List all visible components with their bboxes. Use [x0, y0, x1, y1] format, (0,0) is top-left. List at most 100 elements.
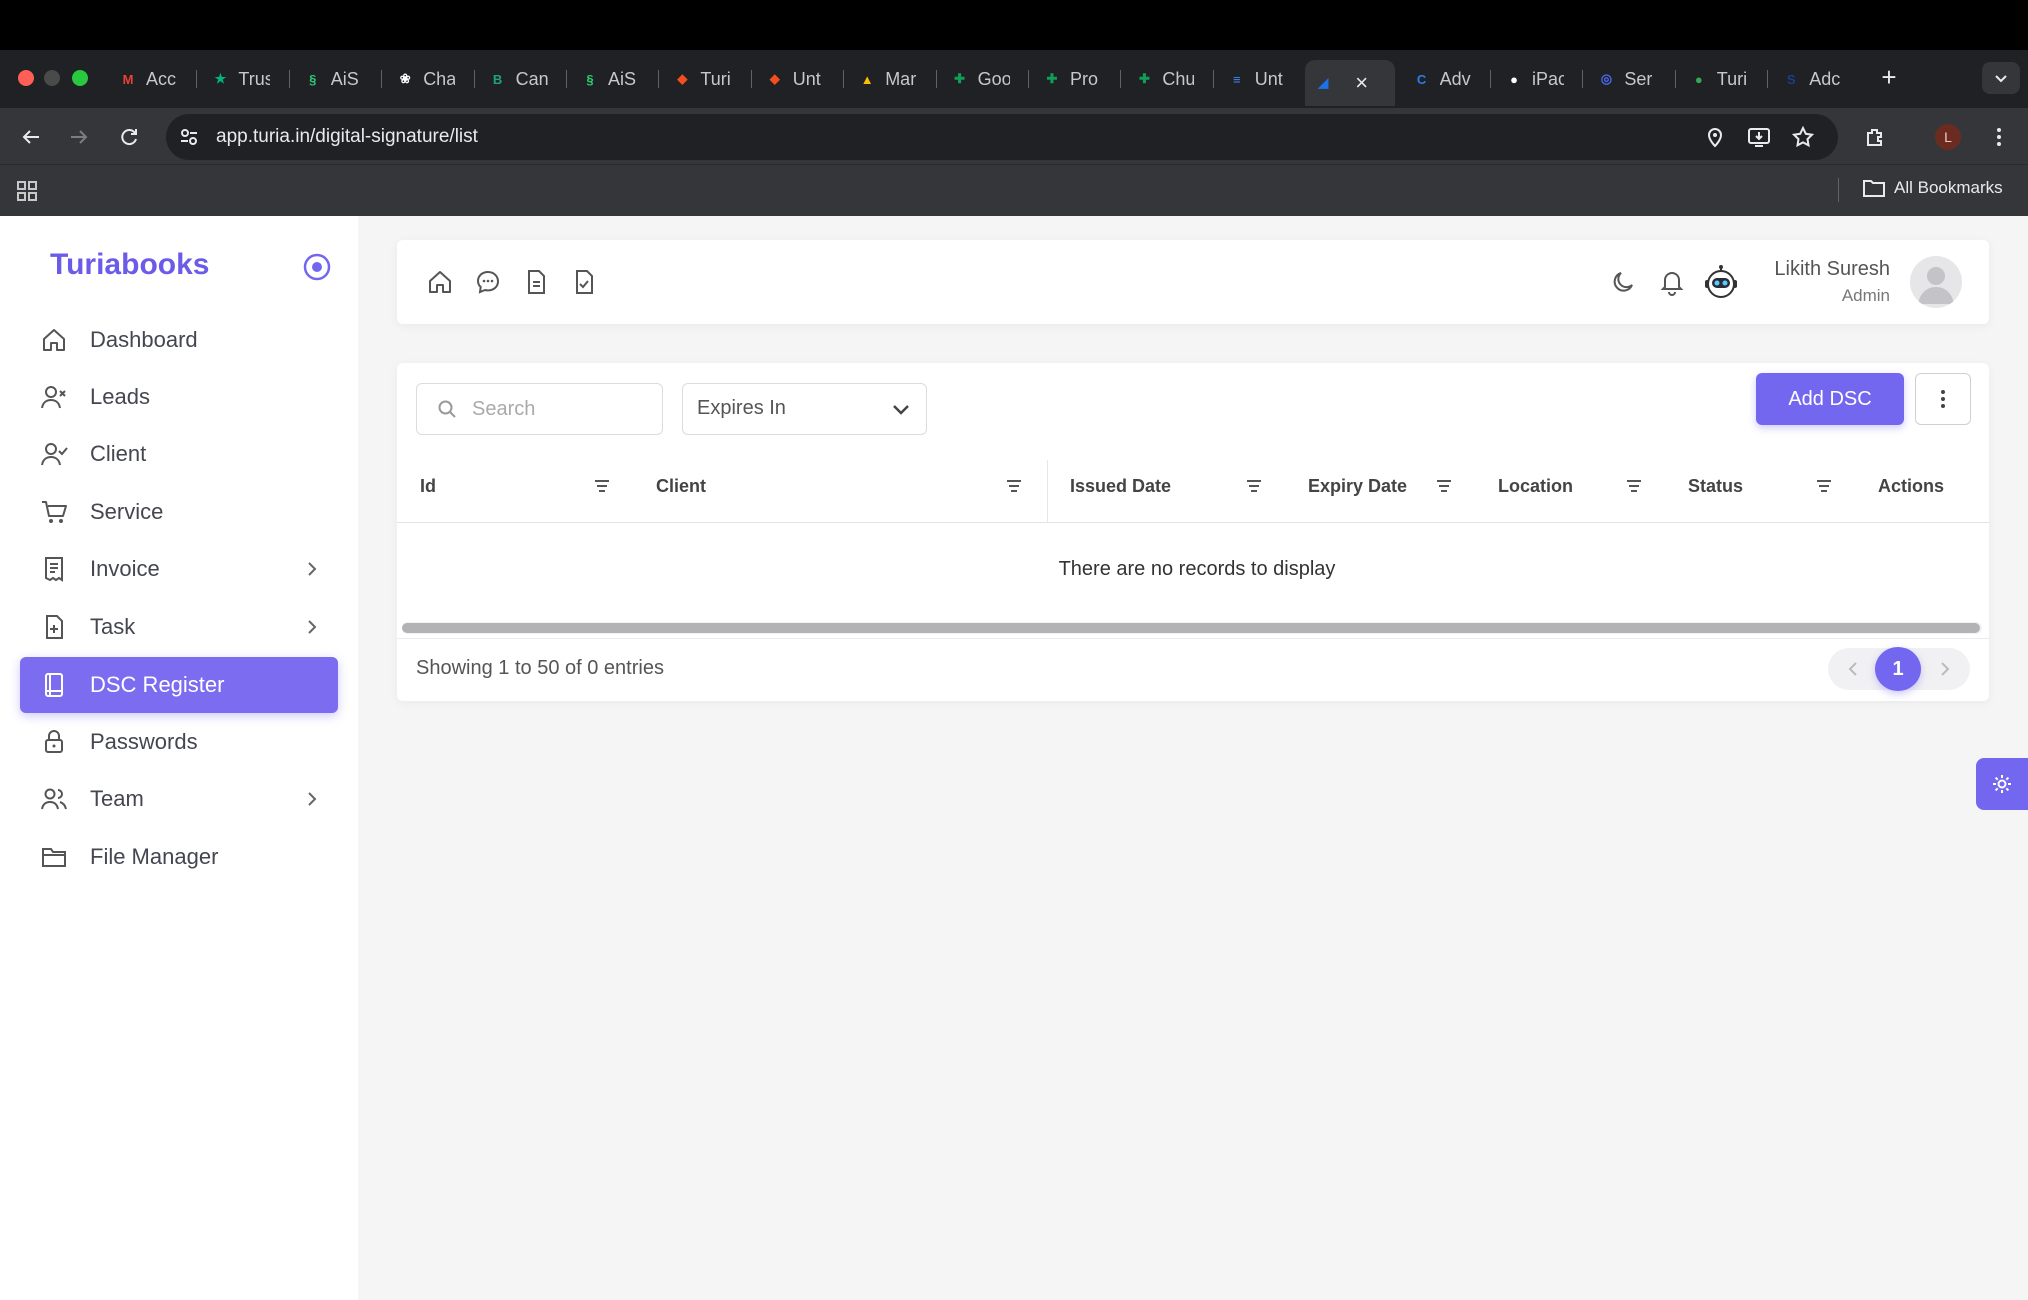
search-input[interactable] [472, 390, 652, 428]
tab-search-button[interactable] [1982, 62, 2020, 94]
browser-tab[interactable]: ✚ Chu [1126, 62, 1202, 96]
browser-tab[interactable]: § AiS [572, 62, 648, 96]
sheets-icon: ✚ [1138, 71, 1150, 86]
browser-tab[interactable]: ◎ Ser [1588, 62, 1664, 96]
filter-lines-icon[interactable] [1624, 476, 1644, 496]
sidebar-item-invoice[interactable]: Invoice [20, 541, 338, 597]
chevron-right-icon [300, 557, 324, 581]
browser-tab[interactable]: ≡ Unt [1219, 62, 1295, 96]
browser-tab[interactable]: ◢ × [1305, 60, 1396, 106]
browser-tab[interactable]: ▲ Mar [849, 62, 925, 96]
sidebar-item-client[interactable]: Client [20, 426, 338, 482]
new-tab-button[interactable]: + [1874, 62, 1904, 92]
browser-tab[interactable]: ✚ Goo [942, 62, 1018, 96]
sidebar-item-dashboard[interactable]: Dashboard [20, 312, 338, 368]
add-dsc-button[interactable]: Add DSC [1756, 373, 1904, 425]
prev-page-button[interactable] [1840, 656, 1866, 682]
close-tab-icon[interactable]: × [1355, 70, 1368, 96]
filter-lines-icon[interactable] [1434, 476, 1454, 496]
filter-lines-icon[interactable] [1814, 476, 1834, 496]
book-icon [40, 671, 68, 699]
chat-icon[interactable] [474, 268, 502, 296]
browser-tab[interactable]: ● iPac [1496, 62, 1572, 96]
brand-logo[interactable]: Turiabooks [50, 248, 209, 282]
sidebar-toggle-icon[interactable] [302, 252, 332, 282]
site-info-button[interactable] [176, 124, 202, 150]
close-window-button[interactable] [18, 70, 34, 86]
column-header-id[interactable]: Id [420, 476, 436, 497]
sidebar-item-leads[interactable]: Leads [20, 369, 338, 425]
browser-tab[interactable]: § AiS [295, 62, 371, 96]
reload-button[interactable] [116, 124, 142, 150]
tab-label: AiS [330, 68, 359, 89]
filter-lines-icon[interactable] [1244, 476, 1264, 496]
scrollbar-thumb[interactable] [402, 623, 1980, 633]
tab-separator [1490, 70, 1491, 88]
sidebar-item-passwords[interactable]: Passwords [20, 714, 338, 770]
sidebar-item-task[interactable]: Task [20, 599, 338, 655]
column-header-actions[interactable]: Actions [1878, 476, 1944, 497]
user-avatar[interactable] [1910, 256, 1962, 308]
sidebar-item-service[interactable]: Service [20, 484, 338, 540]
sidebar-item-file-manager[interactable]: File Manager [20, 829, 338, 885]
filter-lines-icon[interactable] [1004, 476, 1024, 496]
star-icon [1792, 126, 1814, 148]
sidebar-item-label: Task [90, 614, 136, 639]
browser-tab[interactable]: ◆ Unt [757, 62, 833, 96]
minimize-window-button[interactable] [44, 70, 60, 86]
browser-tab[interactable]: S Adc [1773, 62, 1849, 96]
kebab-menu-icon [1941, 390, 1945, 408]
kebab-menu-icon [1997, 128, 2001, 146]
browser-tab[interactable]: ❀ Cha [387, 62, 463, 96]
sidebar-item-team[interactable]: Team [20, 771, 338, 827]
column-header-status[interactable]: Status [1688, 476, 1743, 497]
next-page-button[interactable] [1932, 656, 1958, 682]
profile-avatar[interactable]: L [1935, 124, 1961, 150]
browser-menu-button[interactable] [1986, 124, 2012, 150]
more-options-button[interactable] [1915, 373, 1971, 425]
search-icon [438, 400, 456, 418]
browser-tab[interactable]: C Adv [1404, 62, 1480, 96]
column-header-location[interactable]: Location [1498, 476, 1573, 497]
bookmark-star-button[interactable] [1790, 124, 1816, 150]
sidebar-item-dsc-register[interactable]: DSC Register [20, 657, 338, 713]
document-icon[interactable] [522, 268, 550, 296]
column-header-issued-date[interactable]: Issued Date [1070, 476, 1171, 497]
location-button[interactable] [1702, 124, 1728, 150]
user-name[interactable]: Likith Suresh [1660, 258, 1890, 281]
apps-grid-icon[interactable] [16, 180, 38, 202]
forward-button[interactable] [66, 124, 92, 150]
browser-tab[interactable]: ★ Trus [202, 62, 278, 96]
puzzle-icon [1867, 129, 1882, 146]
install-app-button[interactable] [1746, 124, 1772, 150]
browser-tab[interactable]: B Can [480, 62, 556, 96]
tab-label: Turi [1716, 68, 1748, 89]
file-check-icon[interactable] [570, 268, 598, 296]
bookmarks-divider [1838, 178, 1839, 202]
home-icon[interactable] [426, 268, 454, 296]
gmail-icon: M [122, 71, 134, 87]
sidebar-item-label: Passwords [90, 729, 198, 754]
column-header-client[interactable]: Client [656, 476, 706, 497]
user-check-icon [40, 440, 68, 468]
browser-tab[interactable]: M Acc [110, 62, 186, 96]
tab-label: Turi [700, 68, 731, 89]
page-1-button[interactable]: 1 [1875, 647, 1921, 691]
browser-tab[interactable]: ● Turi [1681, 62, 1757, 96]
home-icon [40, 326, 68, 354]
empty-table-message: There are no records to display [1058, 558, 1336, 580]
figma-icon: ◆ [769, 71, 780, 86]
maximize-window-button[interactable] [72, 70, 88, 86]
browser-tab[interactable]: ✚ Pro [1034, 62, 1110, 96]
chevron-right-icon [300, 787, 324, 811]
all-bookmarks-button[interactable]: All Bookmarks [1862, 178, 2003, 198]
filter-lines-icon[interactable] [592, 476, 612, 496]
back-button[interactable] [18, 124, 44, 150]
theme-settings-button[interactable] [1976, 758, 2028, 810]
url-text[interactable]: app.turia.in/digital-signature/list [216, 126, 478, 148]
column-header-expiry-date[interactable]: Expiry Date [1308, 476, 1407, 497]
extensions-button[interactable] [1862, 124, 1888, 150]
sidebar-item-label: Invoice [90, 556, 160, 581]
moon-icon[interactable] [1610, 268, 1638, 296]
browser-tab[interactable]: ◆ Turi [664, 62, 740, 96]
